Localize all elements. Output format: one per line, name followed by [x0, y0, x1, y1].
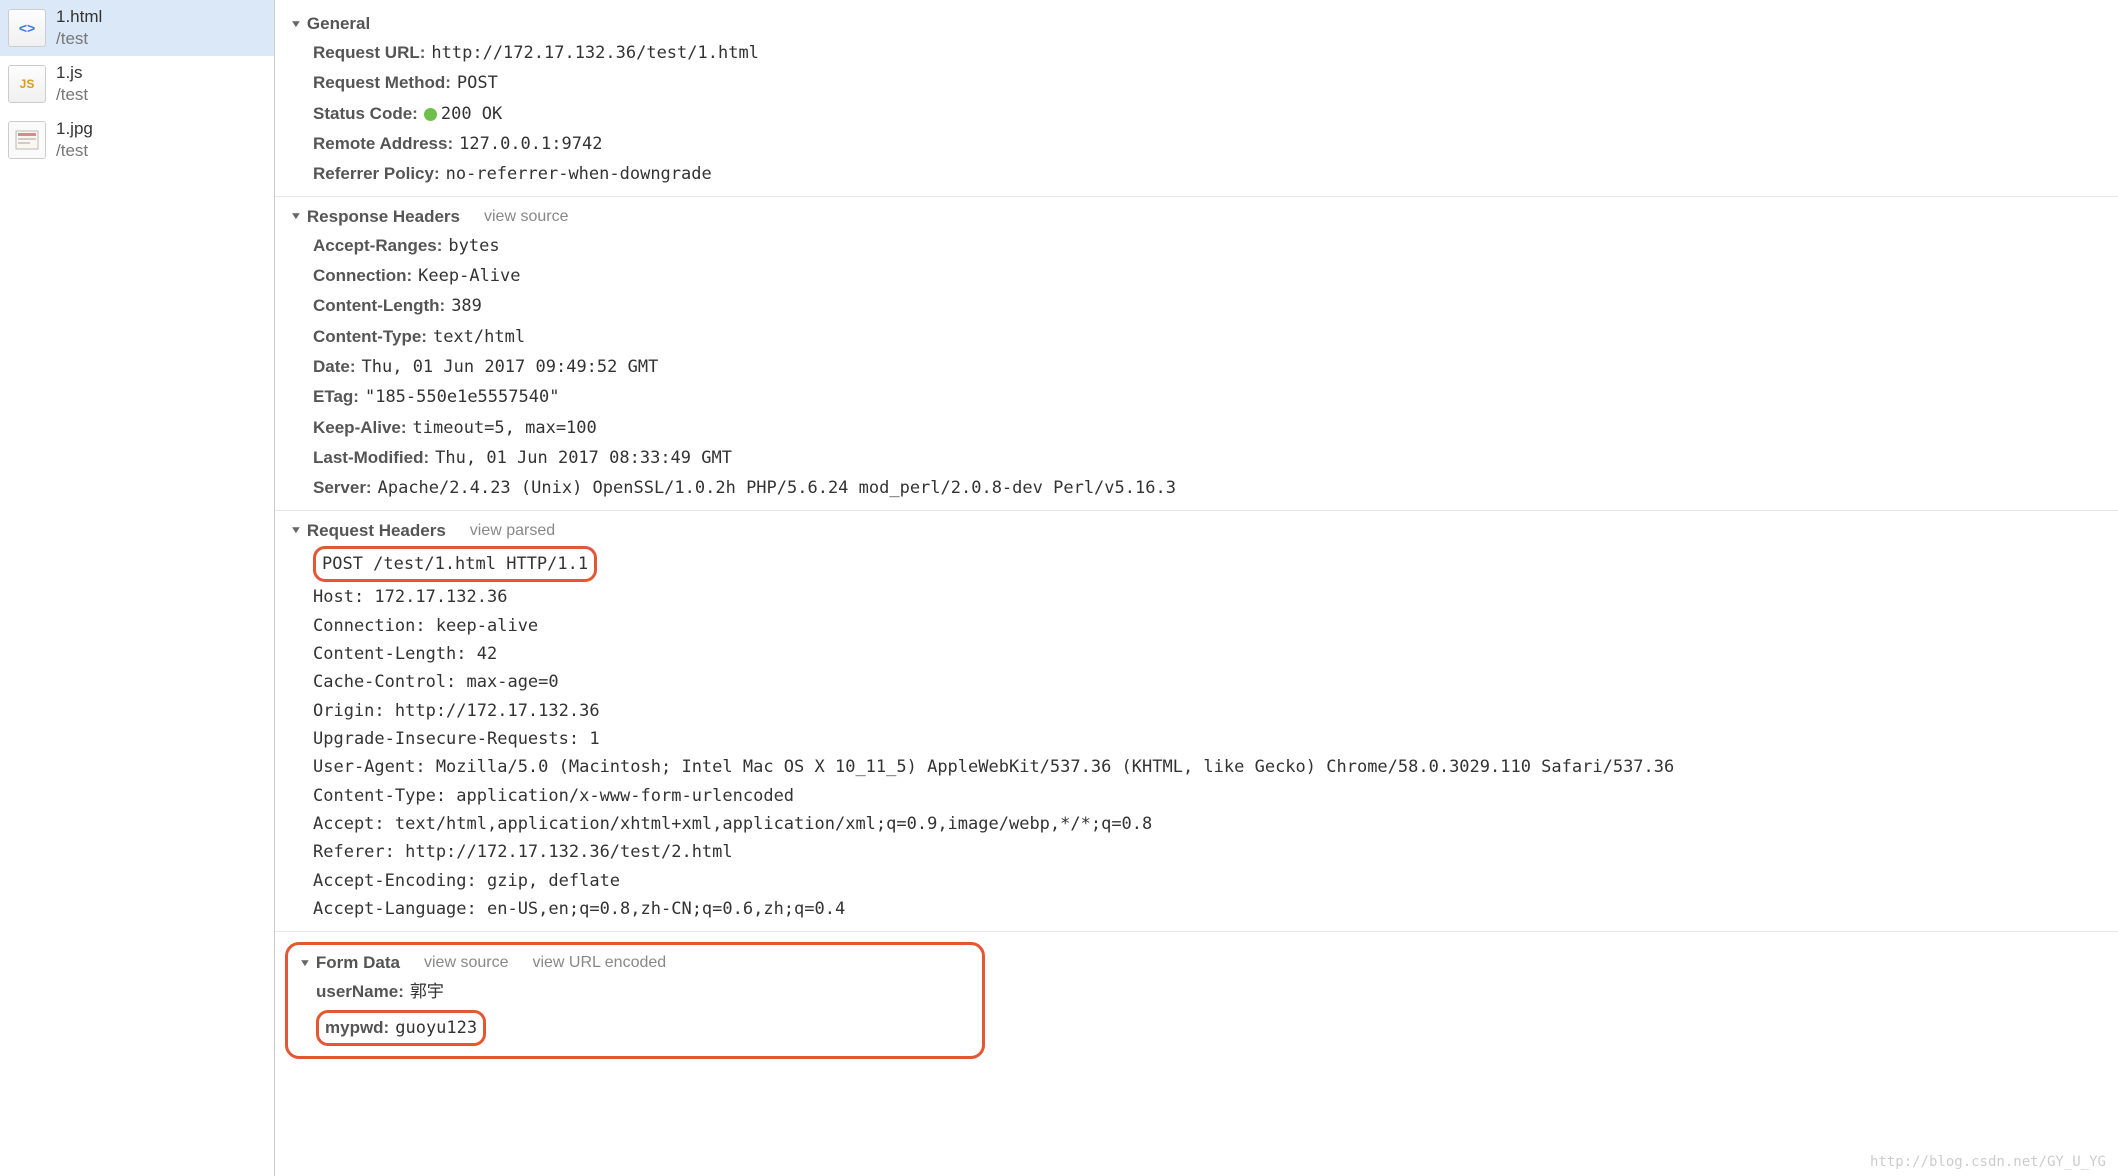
response-header-row: Content-Type:text/html [291, 322, 2118, 352]
form-value: guoyu123 [389, 1018, 477, 1038]
form-data-row: userName:郭宇 [294, 977, 976, 1007]
response-header-row: ETag:"185-550e1e5557540" [291, 382, 2118, 412]
file-path: /test [56, 140, 93, 162]
header-key: Content-Length: [313, 296, 445, 315]
section-general: General Request URL:http://172.17.132.36… [275, 4, 2118, 196]
request-url-label: Request URL: [313, 43, 425, 62]
header-value: Thu, 01 Jun 2017 08:33:49 GMT [429, 448, 732, 468]
js-file-icon: JS [8, 65, 46, 103]
response-header-row: Connection:Keep-Alive [291, 261, 2118, 291]
section-response-headers: Response Headers view source Accept-Rang… [275, 196, 2118, 510]
header-key: Server: [313, 478, 372, 497]
section-toggle-form-data[interactable]: Form Data [300, 953, 400, 973]
request-header-line: Origin: http://172.17.132.36 [291, 697, 2118, 725]
request-header-line: User-Agent: Mozilla/5.0 (Macintosh; Inte… [291, 753, 2118, 781]
file-item-1-jpg[interactable]: 1.jpg /test [0, 112, 274, 168]
highlight-request-line: POST /test/1.html HTTP/1.1 [313, 546, 597, 582]
header-key: Keep-Alive: [313, 418, 407, 437]
file-meta: 1.html /test [56, 6, 102, 50]
file-item-1-js[interactable]: JS 1.js /test [0, 56, 274, 112]
request-method-label: Request Method: [313, 73, 451, 92]
form-key: userName: [316, 982, 404, 1001]
watermark: http://blog.csdn.net/GY_U_YG [1870, 1154, 2106, 1170]
response-header-row: Date:Thu, 01 Jun 2017 09:49:52 GMT [291, 352, 2118, 382]
status-code-label: Status Code: [313, 104, 418, 123]
view-source-link-form[interactable]: view source [424, 954, 508, 972]
request-header-line: Host: 172.17.132.36 [291, 583, 2118, 611]
header-value: text/html [427, 327, 525, 347]
header-key: Last-Modified: [313, 448, 429, 467]
request-header-line: Content-Length: 42 [291, 640, 2118, 668]
file-path: /test [56, 28, 102, 50]
response-header-row: Keep-Alive:timeout=5, max=100 [291, 413, 2118, 443]
network-file-list: <> 1.html /test JS 1.js /test 1.jpg /tes… [0, 0, 275, 1176]
request-first-line: POST /test/1.html HTTP/1.1 [291, 545, 2118, 583]
remote-address-label: Remote Address: [313, 134, 453, 153]
form-data-row: mypwd:guoyu123 [294, 1008, 976, 1048]
view-parsed-link[interactable]: view parsed [470, 522, 555, 540]
highlight-form-data: Form Data view source view URL encoded u… [285, 942, 985, 1059]
referrer-policy-label: Referrer Policy: [313, 164, 440, 183]
file-name: 1.html [56, 6, 102, 28]
header-value: bytes [442, 236, 499, 256]
section-request-headers: Request Headers view parsed POST /test/1… [275, 510, 2118, 929]
highlight-mypwd: mypwd:guoyu123 [316, 1010, 486, 1046]
request-url-value: http://172.17.132.36/test/1.html [425, 43, 759, 63]
form-key: mypwd: [325, 1018, 389, 1037]
request-header-line: Accept-Encoding: gzip, deflate [291, 867, 2118, 895]
request-header-line: Accept-Language: en-US,en;q=0.8,zh-CN;q=… [291, 895, 2118, 923]
response-header-row: Content-Length:389 [291, 291, 2118, 321]
html-file-icon: <> [8, 9, 46, 47]
referrer-policy-value: no-referrer-when-downgrade [440, 164, 712, 184]
request-header-line: Accept: text/html,application/xhtml+xml,… [291, 810, 2118, 838]
section-toggle-request-headers[interactable]: Request Headers [291, 521, 446, 541]
section-toggle-general[interactable]: General [291, 14, 370, 34]
request-header-line: Cache-Control: max-age=0 [291, 668, 2118, 696]
header-key: Connection: [313, 266, 412, 285]
remote-address-value: 127.0.0.1:9742 [453, 134, 602, 154]
header-key: Content-Type: [313, 327, 427, 346]
response-header-row: Last-Modified:Thu, 01 Jun 2017 08:33:49 … [291, 443, 2118, 473]
request-header-line: Connection: keep-alive [291, 612, 2118, 640]
file-name: 1.js [56, 62, 88, 84]
status-code-value: 200 OK [441, 104, 502, 124]
request-method-value: POST [451, 73, 498, 93]
request-header-line: Upgrade-Insecure-Requests: 1 [291, 725, 2118, 753]
headers-panel: General Request URL:http://172.17.132.36… [275, 0, 2118, 1176]
jpg-file-icon [8, 121, 46, 159]
header-value: Apache/2.4.23 (Unix) OpenSSL/1.0.2h PHP/… [372, 478, 1176, 498]
file-path: /test [56, 84, 88, 106]
file-name: 1.jpg [56, 118, 93, 140]
header-key: Date: [313, 357, 356, 376]
request-header-line: Referer: http://172.17.132.36/test/2.htm… [291, 838, 2118, 866]
request-header-line: Content-Type: application/x-www-form-url… [291, 782, 2118, 810]
response-header-row: Accept-Ranges:bytes [291, 231, 2118, 261]
status-dot-icon [424, 108, 437, 121]
header-value: "185-550e1e5557540" [359, 387, 559, 407]
header-value: Keep-Alive [412, 266, 520, 286]
file-item-1-html[interactable]: <> 1.html /test [0, 0, 274, 56]
section-toggle-response-headers[interactable]: Response Headers [291, 207, 460, 227]
file-meta: 1.jpg /test [56, 118, 93, 162]
section-form-data: Form Data view source view URL encoded u… [275, 931, 2118, 1065]
form-value: 郭宇 [404, 982, 444, 1002]
header-value: 389 [445, 296, 482, 316]
view-source-link[interactable]: view source [484, 208, 568, 226]
header-value: Thu, 01 Jun 2017 09:49:52 GMT [356, 357, 659, 377]
header-key: ETag: [313, 387, 359, 406]
header-value: timeout=5, max=100 [407, 418, 597, 438]
response-header-row: Server:Apache/2.4.23 (Unix) OpenSSL/1.0.… [291, 473, 2118, 503]
view-url-encoded-link[interactable]: view URL encoded [532, 954, 666, 972]
file-meta: 1.js /test [56, 62, 88, 106]
header-key: Accept-Ranges: [313, 236, 442, 255]
